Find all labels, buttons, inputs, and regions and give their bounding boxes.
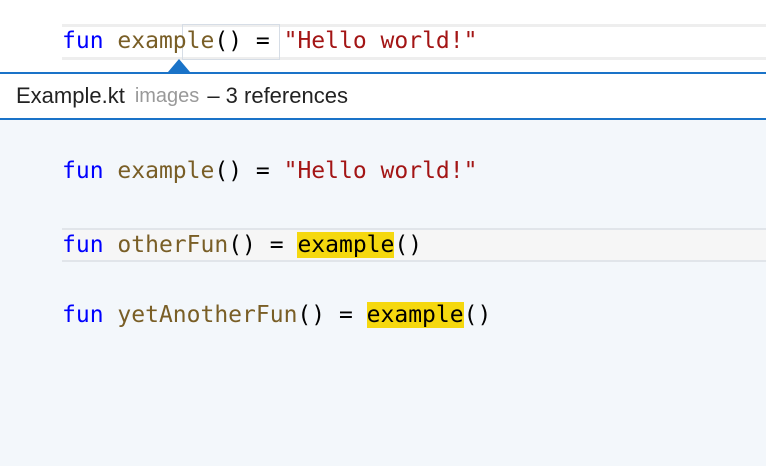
- peek-editor[interactable]: fun example() = "Hello world!" fun other…: [0, 120, 766, 466]
- function-name-token: otherFun: [117, 232, 229, 258]
- peek-file-name[interactable]: Example.kt: [16, 83, 125, 109]
- punctuation-token: () =: [297, 302, 367, 328]
- peek-header[interactable]: Example.kt images – 3 references: [0, 72, 766, 120]
- code-line: fun example() = "Hello world!": [62, 28, 477, 54]
- punctuation-token: (): [394, 232, 423, 258]
- editor-current-line[interactable]: fun example() = "Hello world!": [62, 24, 766, 60]
- keyword-token: fun: [62, 232, 104, 258]
- punctuation-token: (): [463, 302, 492, 328]
- keyword-token: fun: [62, 302, 104, 328]
- reference-highlight[interactable]: example: [366, 302, 464, 328]
- reference-highlight[interactable]: example: [297, 232, 395, 258]
- function-name-token: yetAnotherFun: [117, 302, 298, 328]
- keyword-token: fun: [62, 158, 104, 184]
- string-token: "Hello world!": [283, 158, 478, 184]
- punctuation-token: () =: [214, 28, 284, 54]
- punctuation-token: () =: [228, 232, 298, 258]
- punctuation-token: () =: [214, 158, 284, 184]
- string-token: "Hello world!": [283, 28, 478, 54]
- peek-code-line[interactable]: fun example() = "Hello world!": [62, 158, 477, 184]
- peek-reference-count: – 3 references: [207, 83, 348, 108]
- peek-code-line[interactable]: fun yetAnotherFun() = example(): [62, 302, 491, 328]
- keyword-token: fun: [62, 28, 104, 54]
- peek-folder-name: images: [134, 84, 200, 107]
- peek-pointer-icon: [168, 59, 190, 72]
- peek-code-line-selected[interactable]: fun otherFun() = example(): [62, 228, 766, 262]
- function-name-token[interactable]: example: [117, 28, 214, 54]
- function-name-token: example: [117, 158, 215, 184]
